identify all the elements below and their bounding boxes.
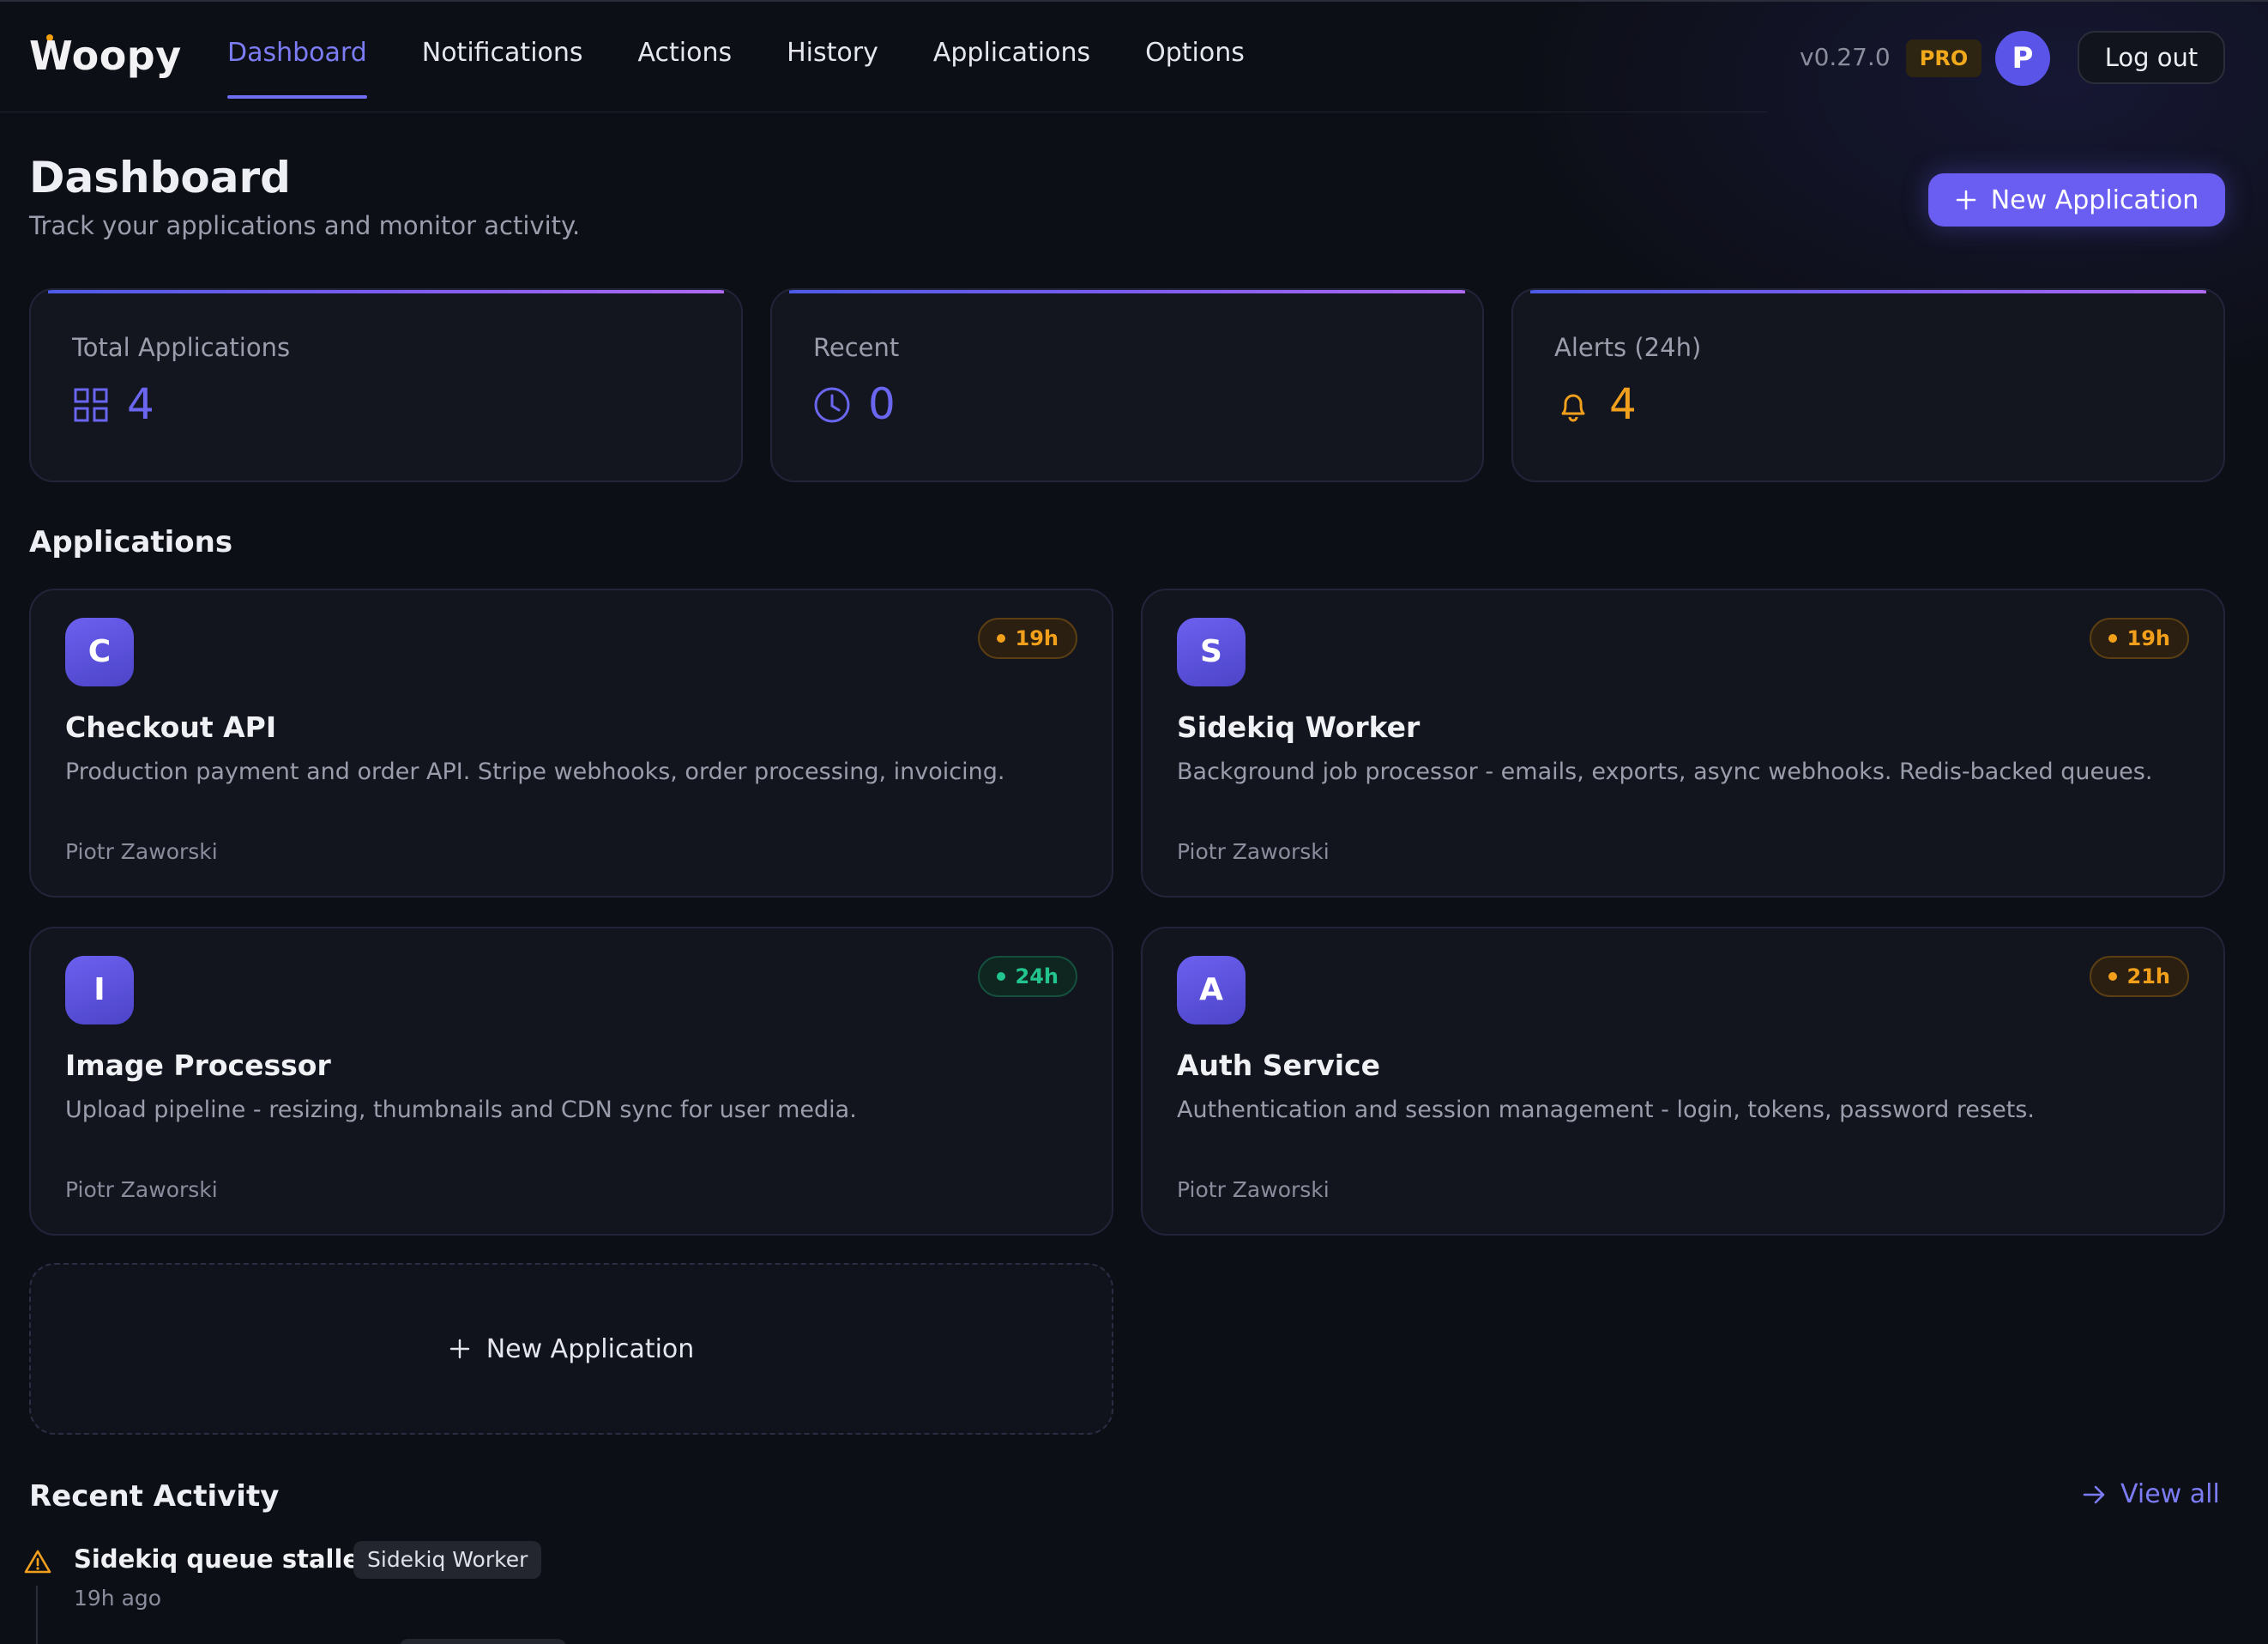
bell-icon (1561, 394, 1585, 422)
app-owner: Piotr Zaworski (65, 839, 218, 864)
app-avatar: C (65, 618, 134, 686)
stat-label: Recent (813, 333, 900, 362)
nav-link-applications[interactable]: Applications (933, 38, 1090, 99)
app-owner: Piotr Zaworski (1177, 1177, 1330, 1202)
stat-value: 4 (1609, 379, 1637, 429)
activity-item-title[interactable]: Sidekiq queue stalled (74, 1544, 377, 1574)
new-application-button[interactable]: New Application (1928, 173, 2225, 227)
nav-link-options[interactable]: Options (1145, 38, 1245, 99)
app-avatar: I (65, 956, 134, 1024)
logout-button[interactable]: Log out (2078, 31, 2225, 84)
app-name: Sidekiq Worker (1177, 710, 1421, 744)
page-title: Dashboard (29, 153, 291, 202)
stat-card-alerts: Alerts (24h) 4 (1511, 288, 2225, 482)
nav-link-dashboard[interactable]: Dashboard (227, 38, 367, 99)
warning-icon (24, 1550, 51, 1574)
plus-icon (449, 1339, 469, 1359)
grid-icon (74, 388, 108, 422)
status-badge: 24h (977, 956, 1077, 997)
app-avatar: A (1177, 956, 1246, 1024)
nav-links: Dashboard Notifications Actions History … (227, 38, 1300, 99)
stat-label: Total Applications (72, 333, 291, 362)
status-dot (2108, 972, 2117, 981)
user-avatar[interactable]: P (1995, 31, 2050, 86)
page-subtitle: Track your applications and monitor acti… (29, 211, 581, 240)
app-owner: Piotr Zaworski (1177, 839, 1330, 864)
recent-activity-heading: Recent Activity (29, 1479, 280, 1514)
logo[interactable]: Woopy (29, 33, 182, 79)
app-card-image-processor[interactable]: I 24h Image Processor Upload pipeline - … (29, 927, 1113, 1236)
stat-card-total-applications: Total Applications 4 (29, 288, 743, 482)
status-dot (2108, 634, 2117, 643)
status-badge: 19h (2089, 618, 2189, 659)
top-navbar: Woopy Dashboard Notifications Actions Hi… (0, 0, 2268, 112)
new-application-card[interactable]: New Application (29, 1263, 1113, 1435)
app-owner: Piotr Zaworski (65, 1177, 218, 1202)
status-badge: 21h (2089, 956, 2189, 997)
activity-timestamp: 19h ago (74, 1586, 162, 1611)
nav-link-actions[interactable]: Actions (638, 38, 733, 99)
app-name: Checkout API (65, 710, 277, 744)
status-badge-label: 19h (2126, 626, 2170, 650)
new-application-card-label: New Application (486, 1333, 695, 1364)
plus-icon (1956, 190, 1976, 210)
status-dot (996, 972, 1005, 981)
app-description: Background job processor - emails, expor… (1177, 759, 2153, 785)
app-card-sidekiq-worker[interactable]: S 19h Sidekiq Worker Background job proc… (1141, 589, 2225, 898)
stat-value: 0 (868, 379, 896, 429)
activity-app-tag-partial (400, 1639, 566, 1644)
pro-badge: PRO (1906, 39, 1981, 77)
view-all-label: View all (2120, 1479, 2220, 1509)
view-all-link[interactable]: View all (2081, 1479, 2220, 1509)
version-label: v0.27.0 (1800, 43, 1891, 71)
activity-timeline-line (36, 1586, 38, 1644)
stat-value: 4 (127, 379, 154, 429)
status-dot (996, 634, 1005, 643)
nav-link-history[interactable]: History (787, 38, 878, 99)
nav-link-notifications[interactable]: Notifications (422, 38, 583, 99)
arrow-right-icon (2083, 1485, 2105, 1503)
stat-label: Alerts (24h) (1554, 333, 1702, 362)
status-badge-label: 24h (1015, 964, 1059, 988)
app-card-auth-service[interactable]: A 21h Auth Service Authentication and se… (1141, 927, 2225, 1236)
app-name: Auth Service (1177, 1049, 1380, 1082)
clock-icon (814, 387, 850, 423)
app-avatar: S (1177, 618, 1246, 686)
stat-card-recent: Recent 0 (770, 288, 1484, 482)
status-badge: 19h (977, 618, 1077, 659)
app-name: Image Processor (65, 1049, 331, 1082)
app-description: Upload pipeline - resizing, thumbnails a… (65, 1097, 857, 1123)
app-card-checkout-api[interactable]: C 19h Checkout API Production payment an… (29, 589, 1113, 898)
applications-heading: Applications (29, 525, 233, 559)
new-application-label: New Application (1990, 184, 2199, 215)
app-description: Authentication and session management - … (1177, 1097, 2035, 1123)
status-badge-label: 19h (1015, 626, 1059, 650)
status-badge-label: 21h (2126, 964, 2170, 988)
app-description: Production payment and order API. Stripe… (65, 759, 1005, 785)
activity-app-tag[interactable]: Sidekiq Worker (353, 1541, 542, 1579)
